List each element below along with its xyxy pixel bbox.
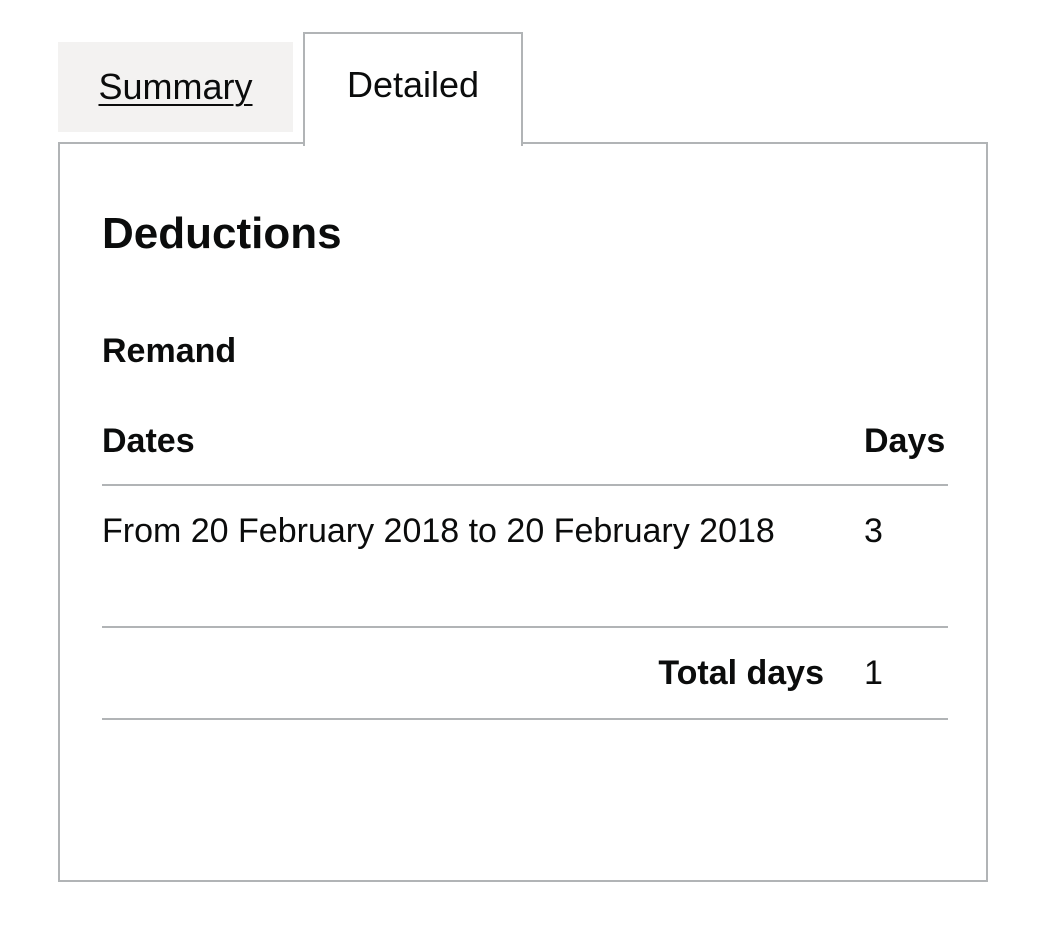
total-days-value: 1 — [864, 654, 883, 692]
total-days-label: Total days — [658, 654, 824, 692]
cell-days: 3 — [864, 512, 883, 550]
column-header-days: Days — [864, 422, 946, 460]
tab-detailed[interactable]: Detailed — [303, 32, 523, 146]
table-header-row: Dates Days — [102, 406, 948, 486]
table-total-row: Total days 1 — [102, 628, 948, 720]
tab-summary-label[interactable]: Summary — [98, 69, 252, 105]
tab-summary[interactable]: Summary — [58, 42, 293, 132]
tabs: Summary Detailed Deductions Remand Dates… — [0, 0, 1048, 932]
table-row: From 20 February 2018 to 20 February 201… — [102, 486, 948, 628]
section-title-remand: Remand — [102, 332, 237, 370]
cell-dates: From 20 February 2018 to 20 February 201… — [102, 512, 775, 550]
column-header-dates: Dates — [102, 422, 195, 460]
tab-detailed-label[interactable]: Detailed — [347, 67, 479, 103]
remand-table: Dates Days From 20 February 2018 to 20 F… — [102, 406, 948, 720]
panel-title: Deductions — [102, 209, 342, 258]
tab-panel-detailed: Deductions Remand Dates Days From 20 Feb… — [58, 142, 988, 882]
